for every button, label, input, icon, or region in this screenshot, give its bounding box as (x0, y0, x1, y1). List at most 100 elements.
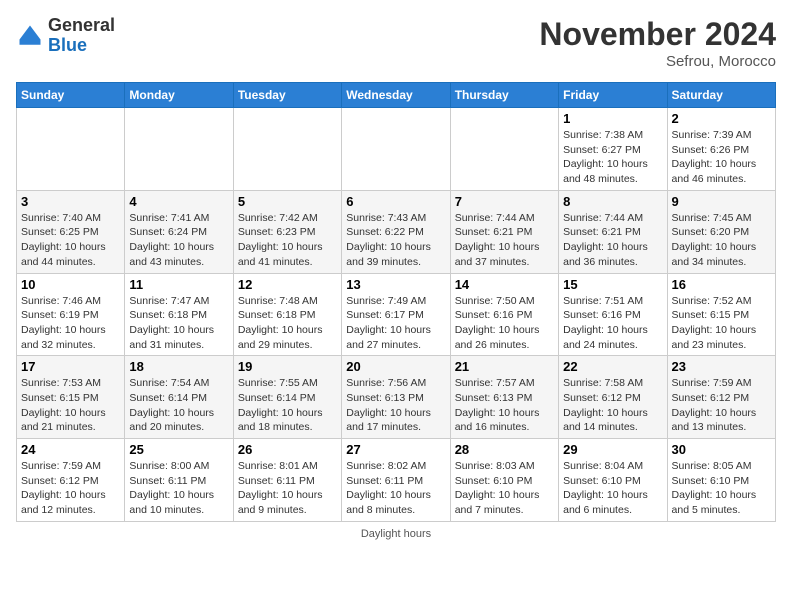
day-number: 22 (563, 359, 662, 374)
table-row: 16 Sunrise: 7:52 AM Sunset: 6:15 PM Dayli… (667, 273, 775, 356)
page-header: General Blue November 2024 Sefrou, Moroc… (16, 16, 776, 70)
day-info: Sunrise: 7:47 AM Sunset: 6:18 PM Dayligh… (129, 294, 228, 353)
day-info: Sunrise: 8:04 AM Sunset: 6:10 PM Dayligh… (563, 459, 662, 518)
calendar-week-row: 24 Sunrise: 7:59 AM Sunset: 6:12 PM Dayli… (17, 439, 776, 522)
day-number: 21 (455, 359, 554, 374)
col-thursday: Thursday (450, 83, 558, 108)
day-info: Sunrise: 7:53 AM Sunset: 6:15 PM Dayligh… (21, 376, 120, 435)
day-number: 23 (672, 359, 771, 374)
day-number: 25 (129, 442, 228, 457)
day-info: Sunrise: 7:57 AM Sunset: 6:13 PM Dayligh… (455, 376, 554, 435)
table-row: 27 Sunrise: 8:02 AM Sunset: 6:11 PM Dayli… (342, 439, 450, 522)
table-row (342, 108, 450, 191)
day-number: 14 (455, 277, 554, 292)
day-number: 10 (21, 277, 120, 292)
day-info: Sunrise: 7:50 AM Sunset: 6:16 PM Dayligh… (455, 294, 554, 353)
table-row (17, 108, 125, 191)
day-number: 11 (129, 277, 228, 292)
table-row: 30 Sunrise: 8:05 AM Sunset: 6:10 PM Dayli… (667, 439, 775, 522)
footer: Daylight hours (16, 528, 776, 540)
day-info: Sunrise: 8:01 AM Sunset: 6:11 PM Dayligh… (238, 459, 337, 518)
day-number: 2 (672, 111, 771, 126)
calendar-week-row: 1 Sunrise: 7:38 AM Sunset: 6:27 PM Daylig… (17, 108, 776, 191)
day-number: 28 (455, 442, 554, 457)
day-info: Sunrise: 7:59 AM Sunset: 6:12 PM Dayligh… (672, 376, 771, 435)
table-row: 28 Sunrise: 8:03 AM Sunset: 6:10 PM Dayli… (450, 439, 558, 522)
day-info: Sunrise: 8:03 AM Sunset: 6:10 PM Dayligh… (455, 459, 554, 518)
day-info: Sunrise: 7:59 AM Sunset: 6:12 PM Dayligh… (21, 459, 120, 518)
table-row: 10 Sunrise: 7:46 AM Sunset: 6:19 PM Dayli… (17, 273, 125, 356)
footer-label: Daylight hours (361, 528, 431, 540)
day-number: 13 (346, 277, 445, 292)
logo: General Blue (16, 16, 115, 56)
day-number: 17 (21, 359, 120, 374)
day-number: 27 (346, 442, 445, 457)
table-row: 1 Sunrise: 7:38 AM Sunset: 6:27 PM Daylig… (559, 108, 667, 191)
table-row: 19 Sunrise: 7:55 AM Sunset: 6:14 PM Dayli… (233, 356, 341, 439)
table-row: 29 Sunrise: 8:04 AM Sunset: 6:10 PM Dayli… (559, 439, 667, 522)
table-row: 23 Sunrise: 7:59 AM Sunset: 6:12 PM Dayli… (667, 356, 775, 439)
location: Sefrou, Morocco (539, 53, 776, 70)
table-row: 14 Sunrise: 7:50 AM Sunset: 6:16 PM Dayli… (450, 273, 558, 356)
day-number: 8 (563, 194, 662, 209)
day-number: 20 (346, 359, 445, 374)
calendar-week-row: 10 Sunrise: 7:46 AM Sunset: 6:19 PM Dayli… (17, 273, 776, 356)
col-sunday: Sunday (17, 83, 125, 108)
day-number: 16 (672, 277, 771, 292)
day-number: 1 (563, 111, 662, 126)
day-number: 24 (21, 442, 120, 457)
table-row (233, 108, 341, 191)
col-tuesday: Tuesday (233, 83, 341, 108)
col-saturday: Saturday (667, 83, 775, 108)
table-row: 13 Sunrise: 7:49 AM Sunset: 6:17 PM Dayli… (342, 273, 450, 356)
day-info: Sunrise: 7:55 AM Sunset: 6:14 PM Dayligh… (238, 376, 337, 435)
col-wednesday: Wednesday (342, 83, 450, 108)
day-info: Sunrise: 7:38 AM Sunset: 6:27 PM Dayligh… (563, 128, 662, 187)
day-info: Sunrise: 7:48 AM Sunset: 6:18 PM Dayligh… (238, 294, 337, 353)
table-row (450, 108, 558, 191)
day-number: 30 (672, 442, 771, 457)
table-row: 15Sunrise: 7:51 AM Sunset: 6:16 PM Dayli… (559, 273, 667, 356)
table-row: 3 Sunrise: 7:40 AM Sunset: 6:25 PM Daylig… (17, 190, 125, 273)
day-info: Sunrise: 7:40 AM Sunset: 6:25 PM Dayligh… (21, 211, 120, 270)
title-block: November 2024 Sefrou, Morocco (539, 16, 776, 70)
table-row: 22 Sunrise: 7:58 AM Sunset: 6:12 PM Dayli… (559, 356, 667, 439)
day-info: Sunrise: 7:45 AM Sunset: 6:20 PM Dayligh… (672, 211, 771, 270)
day-number: 19 (238, 359, 337, 374)
table-row: 20Sunrise: 7:56 AM Sunset: 6:13 PM Dayli… (342, 356, 450, 439)
table-row: 18Sunrise: 7:54 AM Sunset: 6:14 PM Dayli… (125, 356, 233, 439)
col-friday: Friday (559, 83, 667, 108)
table-row: 17 Sunrise: 7:53 AM Sunset: 6:15 PM Dayli… (17, 356, 125, 439)
table-row: 25Sunrise: 8:00 AM Sunset: 6:11 PM Dayli… (125, 439, 233, 522)
table-row: 24 Sunrise: 7:59 AM Sunset: 6:12 PM Dayli… (17, 439, 125, 522)
table-row: 7Sunrise: 7:44 AM Sunset: 6:21 PM Daylig… (450, 190, 558, 273)
day-info: Sunrise: 7:49 AM Sunset: 6:17 PM Dayligh… (346, 294, 445, 353)
table-row: 11 Sunrise: 7:47 AM Sunset: 6:18 PM Dayli… (125, 273, 233, 356)
month-title: November 2024 (539, 16, 776, 53)
day-info: Sunrise: 7:41 AM Sunset: 6:24 PM Dayligh… (129, 211, 228, 270)
calendar-week-row: 3 Sunrise: 7:40 AM Sunset: 6:25 PM Daylig… (17, 190, 776, 273)
table-row: 26 Sunrise: 8:01 AM Sunset: 6:11 PM Dayli… (233, 439, 341, 522)
day-info: Sunrise: 7:39 AM Sunset: 6:26 PM Dayligh… (672, 128, 771, 187)
day-number: 18 (129, 359, 228, 374)
table-row: 8Sunrise: 7:44 AM Sunset: 6:21 PM Daylig… (559, 190, 667, 273)
calendar: Sunday Monday Tuesday Wednesday Thursday… (16, 82, 776, 522)
day-number: 9 (672, 194, 771, 209)
col-monday: Monday (125, 83, 233, 108)
table-row: 2 Sunrise: 7:39 AM Sunset: 6:26 PM Daylig… (667, 108, 775, 191)
day-number: 6 (346, 194, 445, 209)
day-info: Sunrise: 7:46 AM Sunset: 6:19 PM Dayligh… (21, 294, 120, 353)
calendar-header-row: Sunday Monday Tuesday Wednesday Thursday… (17, 83, 776, 108)
day-number: 29 (563, 442, 662, 457)
table-row: 9 Sunrise: 7:45 AM Sunset: 6:20 PM Daylig… (667, 190, 775, 273)
day-info: Sunrise: 8:05 AM Sunset: 6:10 PM Dayligh… (672, 459, 771, 518)
table-row (125, 108, 233, 191)
day-info: Sunrise: 7:52 AM Sunset: 6:15 PM Dayligh… (672, 294, 771, 353)
day-number: 5 (238, 194, 337, 209)
day-number: 26 (238, 442, 337, 457)
day-info: Sunrise: 7:42 AM Sunset: 6:23 PM Dayligh… (238, 211, 337, 270)
day-info: Sunrise: 7:58 AM Sunset: 6:12 PM Dayligh… (563, 376, 662, 435)
day-number: 3 (21, 194, 120, 209)
day-info: Sunrise: 8:02 AM Sunset: 6:11 PM Dayligh… (346, 459, 445, 518)
logo-icon (16, 22, 44, 50)
